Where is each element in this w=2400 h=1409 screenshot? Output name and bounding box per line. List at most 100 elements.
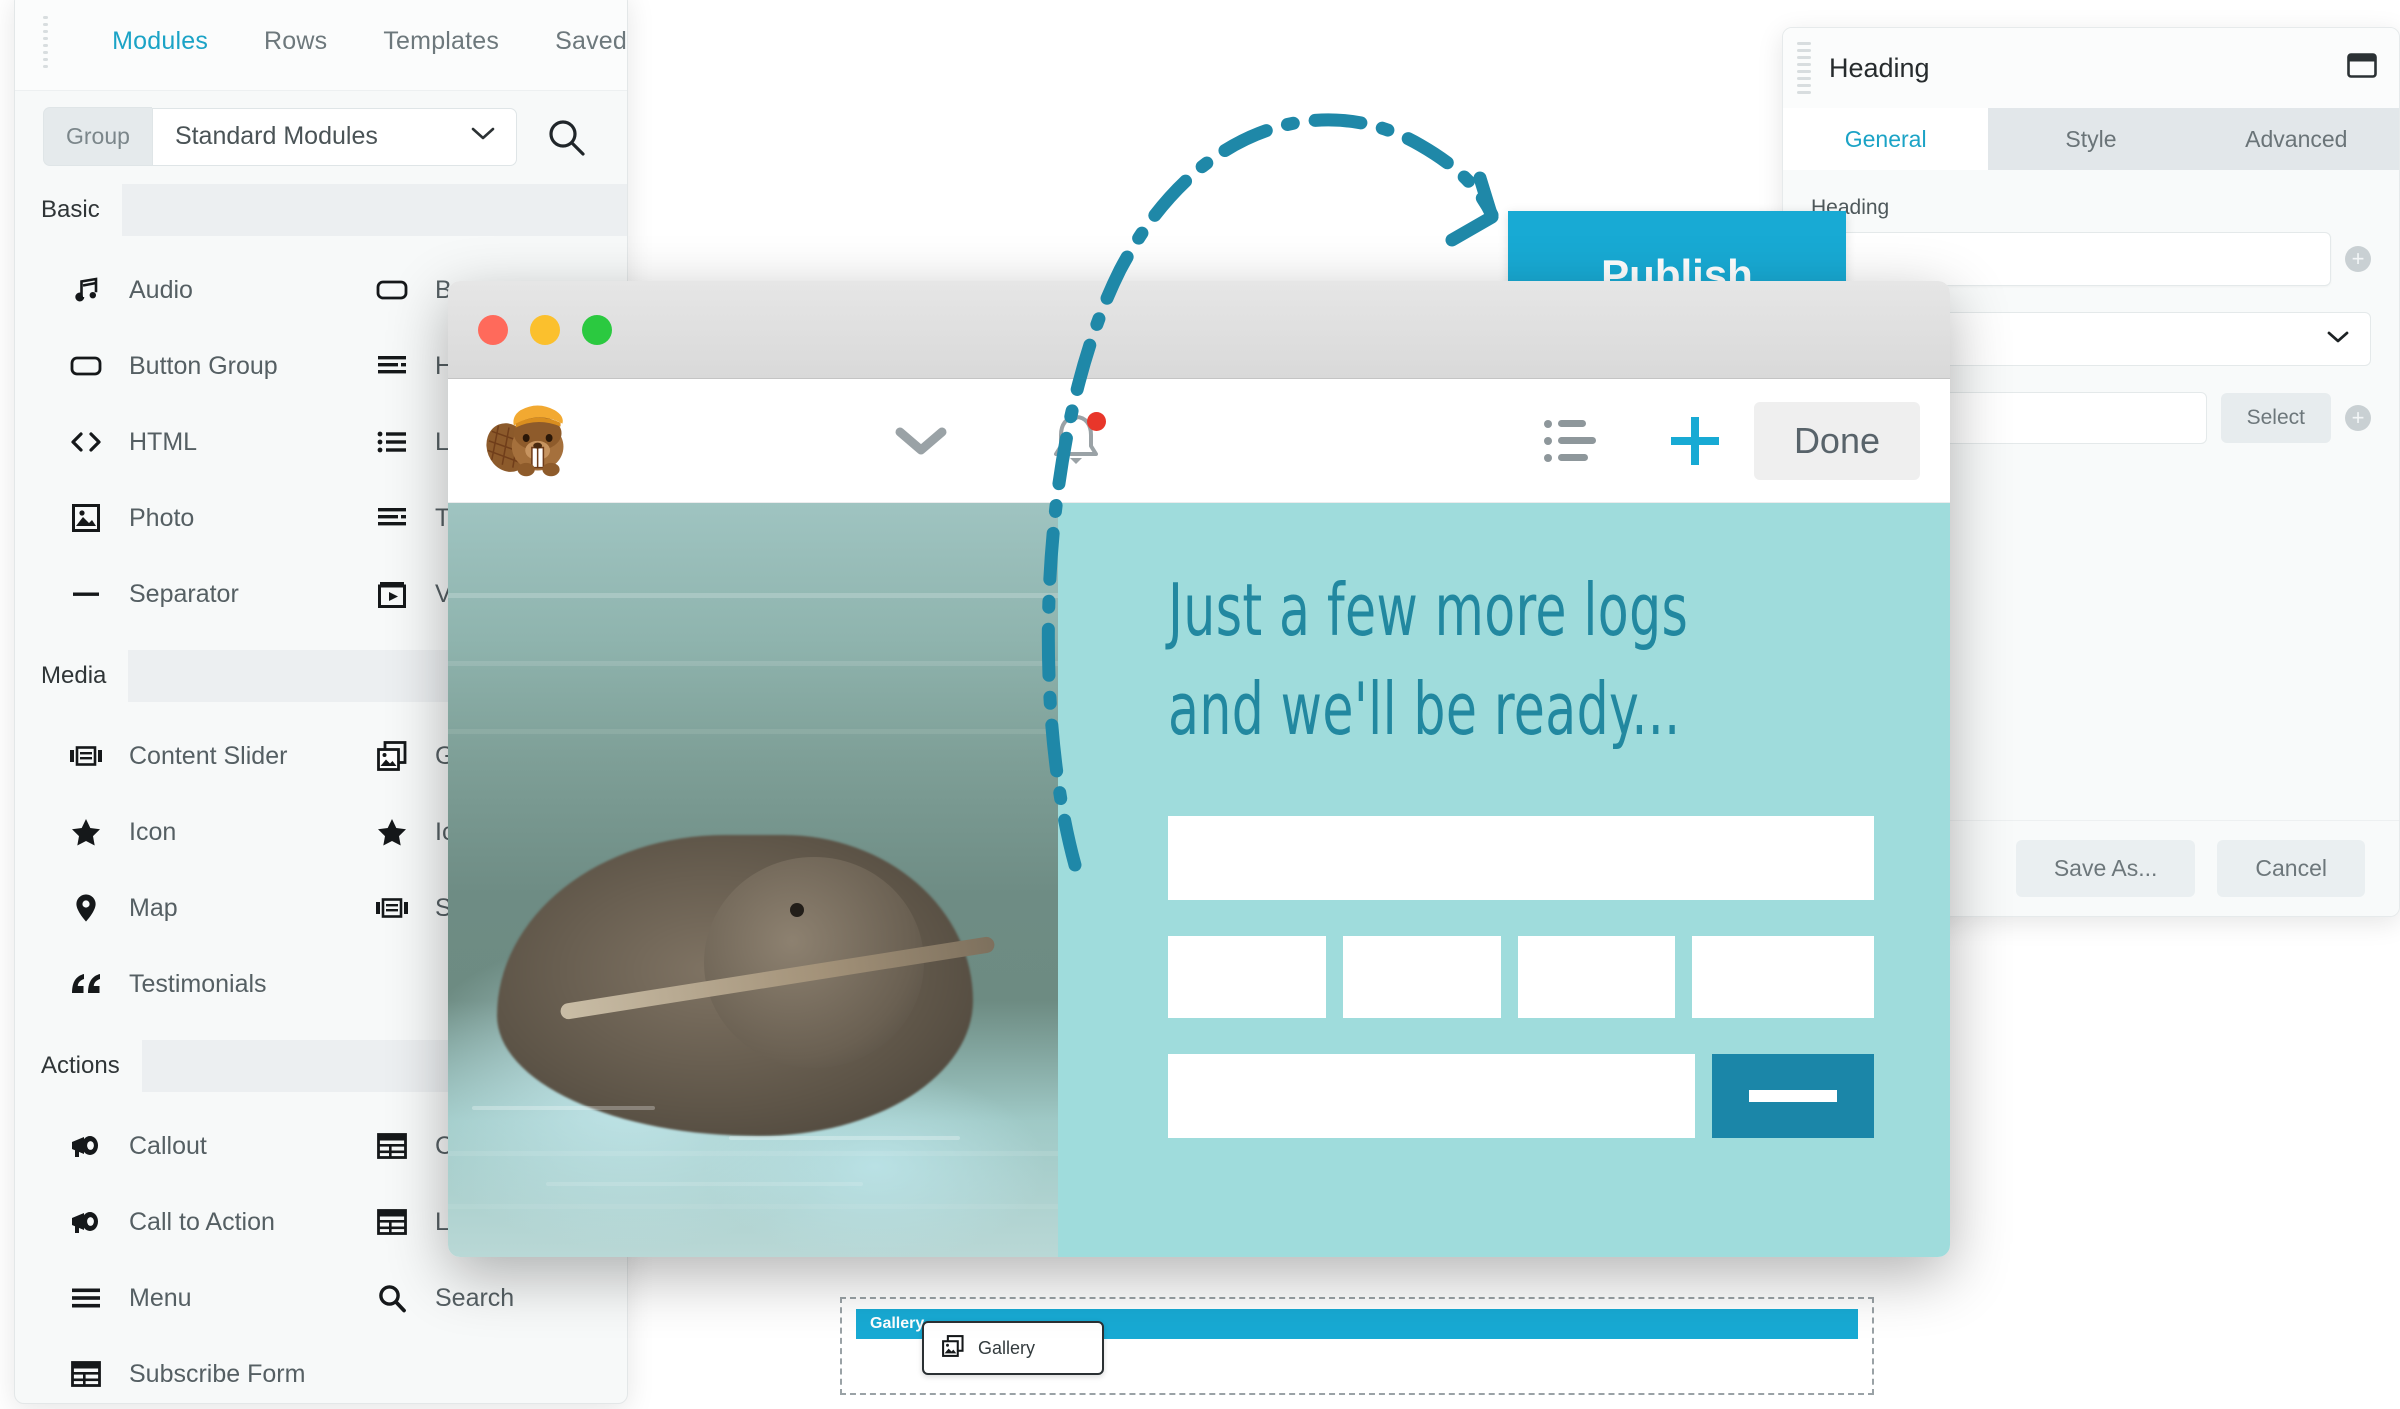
separator-dash-icon <box>69 577 103 611</box>
module-label: Content Slider <box>129 741 288 770</box>
field-quarter-1[interactable] <box>1168 935 1326 1018</box>
group-button[interactable]: Group <box>43 107 152 166</box>
module-testimonials[interactable]: Testimonials <box>15 946 321 1022</box>
gallery-drag-chip[interactable]: Gallery <box>922 1321 1104 1375</box>
module-photo[interactable]: Photo <box>15 480 321 556</box>
plus-icon[interactable] <box>1664 410 1726 472</box>
module-separator[interactable]: Separator <box>15 556 321 632</box>
table-form-icon <box>69 1357 103 1391</box>
module-label: Separator <box>129 579 239 608</box>
megaphone-icon <box>69 1129 103 1163</box>
module-label: Testimonials <box>129 969 267 998</box>
field-quarter-2[interactable] <box>1342 935 1501 1018</box>
beaver-builder-logo-icon[interactable] <box>482 395 592 486</box>
hamburger-icon <box>69 1281 103 1315</box>
add-connection-icon[interactable]: + <box>2345 246 2371 272</box>
section-title-actions: Actions <box>15 1040 142 1092</box>
chevron-down-icon[interactable] <box>892 423 950 459</box>
star-icon <box>69 815 103 849</box>
group-filter-row: Group Standard Modules <box>15 91 627 184</box>
tab-templates[interactable]: Templates <box>383 27 499 56</box>
cancel-button[interactable]: Cancel <box>2217 840 2365 897</box>
module-label: Map <box>129 893 178 922</box>
module-search[interactable]: Search <box>321 1260 627 1336</box>
module-call-to-action[interactable]: Call to Action <box>15 1184 321 1260</box>
module-content-slider[interactable]: Content Slider <box>15 718 321 794</box>
module-label: Button Group <box>129 351 278 380</box>
gallery-stack-icon <box>942 1334 964 1362</box>
field-wide-2[interactable] <box>1168 1053 1695 1138</box>
settings-tab-bar: General Style Advanced <box>1783 108 2399 170</box>
select-button[interactable]: Select <box>2220 393 2331 443</box>
slider-icon <box>69 739 103 773</box>
module-map[interactable]: Map <box>15 870 321 946</box>
field-quarter-4[interactable] <box>1692 935 1874 1018</box>
submit-button[interactable] <box>1712 1053 1874 1138</box>
preview-body: Just a few more logs and we'll be ready.… <box>448 503 1950 1257</box>
video-clapper-icon <box>375 577 409 611</box>
group-select[interactable]: Standard Modules <box>151 107 517 166</box>
gallery-chip-label: Gallery <box>978 1337 1036 1358</box>
heading-field-group: Heading + <box>1783 170 2399 286</box>
mac-titlebar <box>448 281 1950 379</box>
tab-style[interactable]: Style <box>1988 108 2193 170</box>
field-quarter-3[interactable] <box>1517 935 1676 1018</box>
module-label: Search <box>435 1283 515 1312</box>
heading-input[interactable] <box>1811 232 2331 286</box>
module-label: Audio <box>129 275 193 304</box>
tab-advanced[interactable]: Advanced <box>2194 108 2399 170</box>
outline-list-icon[interactable] <box>1542 415 1602 467</box>
save-as-button[interactable]: Save As... <box>2015 840 2196 897</box>
tab-modules[interactable]: Modules <box>112 27 208 56</box>
bell-icon[interactable] <box>1048 410 1106 472</box>
tab-rows[interactable]: Rows <box>264 27 327 56</box>
map-pin-icon <box>69 891 103 925</box>
gallery-dropzone[interactable]: Gallery Gallery <box>840 1297 1874 1395</box>
notification-badge <box>1087 411 1106 431</box>
page-headline: Just a few more logs and we'll be ready.… <box>1168 561 1719 760</box>
window-dock-icon[interactable] <box>2347 52 2377 84</box>
traffic-light-minimize[interactable] <box>530 314 560 345</box>
section-title-media: Media <box>15 650 129 702</box>
module-html[interactable]: HTML <box>15 404 321 480</box>
module-callout[interactable]: Callout <box>15 1108 321 1184</box>
module-label: Icon <box>129 817 177 846</box>
photo-icon <box>69 501 103 535</box>
add-connection-icon[interactable]: + <box>2345 405 2371 431</box>
quote-icon <box>69 967 103 1001</box>
text-lines-icon <box>375 501 409 535</box>
section-header-basic: Basic <box>15 184 627 236</box>
module-menu[interactable]: Menu <box>15 1260 321 1336</box>
settings-header: Heading <box>1783 28 2399 108</box>
section-title-basic: Basic <box>15 184 122 236</box>
chevron-down-icon <box>2326 328 2350 351</box>
tab-general[interactable]: General <box>1783 108 1989 170</box>
preview-content: Just a few more logs and we'll be ready.… <box>1058 503 1950 1257</box>
traffic-light-close[interactable] <box>478 314 508 345</box>
gallery-stack-icon <box>375 739 409 773</box>
search-icon[interactable] <box>531 108 601 166</box>
table-form-icon <box>375 1205 409 1239</box>
button-rect-icon <box>375 273 409 307</box>
group-select-value: Standard Modules <box>174 122 378 150</box>
button-rect-icon <box>69 349 103 383</box>
chevron-down-icon <box>470 126 496 148</box>
done-button[interactable]: Done <box>1753 401 1920 480</box>
music-note-icon <box>69 273 103 307</box>
field-full-width-1[interactable] <box>1168 815 1874 900</box>
settings-drag-handle[interactable] <box>1797 38 1811 98</box>
list-icon <box>375 425 409 459</box>
mac-preview-window: Done Just a few more logs and we'll be r… <box>448 281 1950 1257</box>
module-label: HTML <box>129 427 198 456</box>
panel-drag-handle[interactable] <box>43 12 49 72</box>
module-audio[interactable]: Audio <box>15 252 321 328</box>
module-button-group[interactable]: Button Group <box>15 328 321 404</box>
field-row-quarters <box>1168 935 1874 1018</box>
module-icon[interactable]: Icon <box>15 794 321 870</box>
heading-lines-icon <box>375 349 409 383</box>
module-subscribe-form[interactable]: Subscribe Form <box>15 1336 321 1403</box>
traffic-light-maximize[interactable] <box>582 314 612 345</box>
tab-saved[interactable]: Saved <box>555 27 627 56</box>
field-row-submit <box>1168 1053 1874 1138</box>
module-label: Menu <box>129 1283 192 1312</box>
